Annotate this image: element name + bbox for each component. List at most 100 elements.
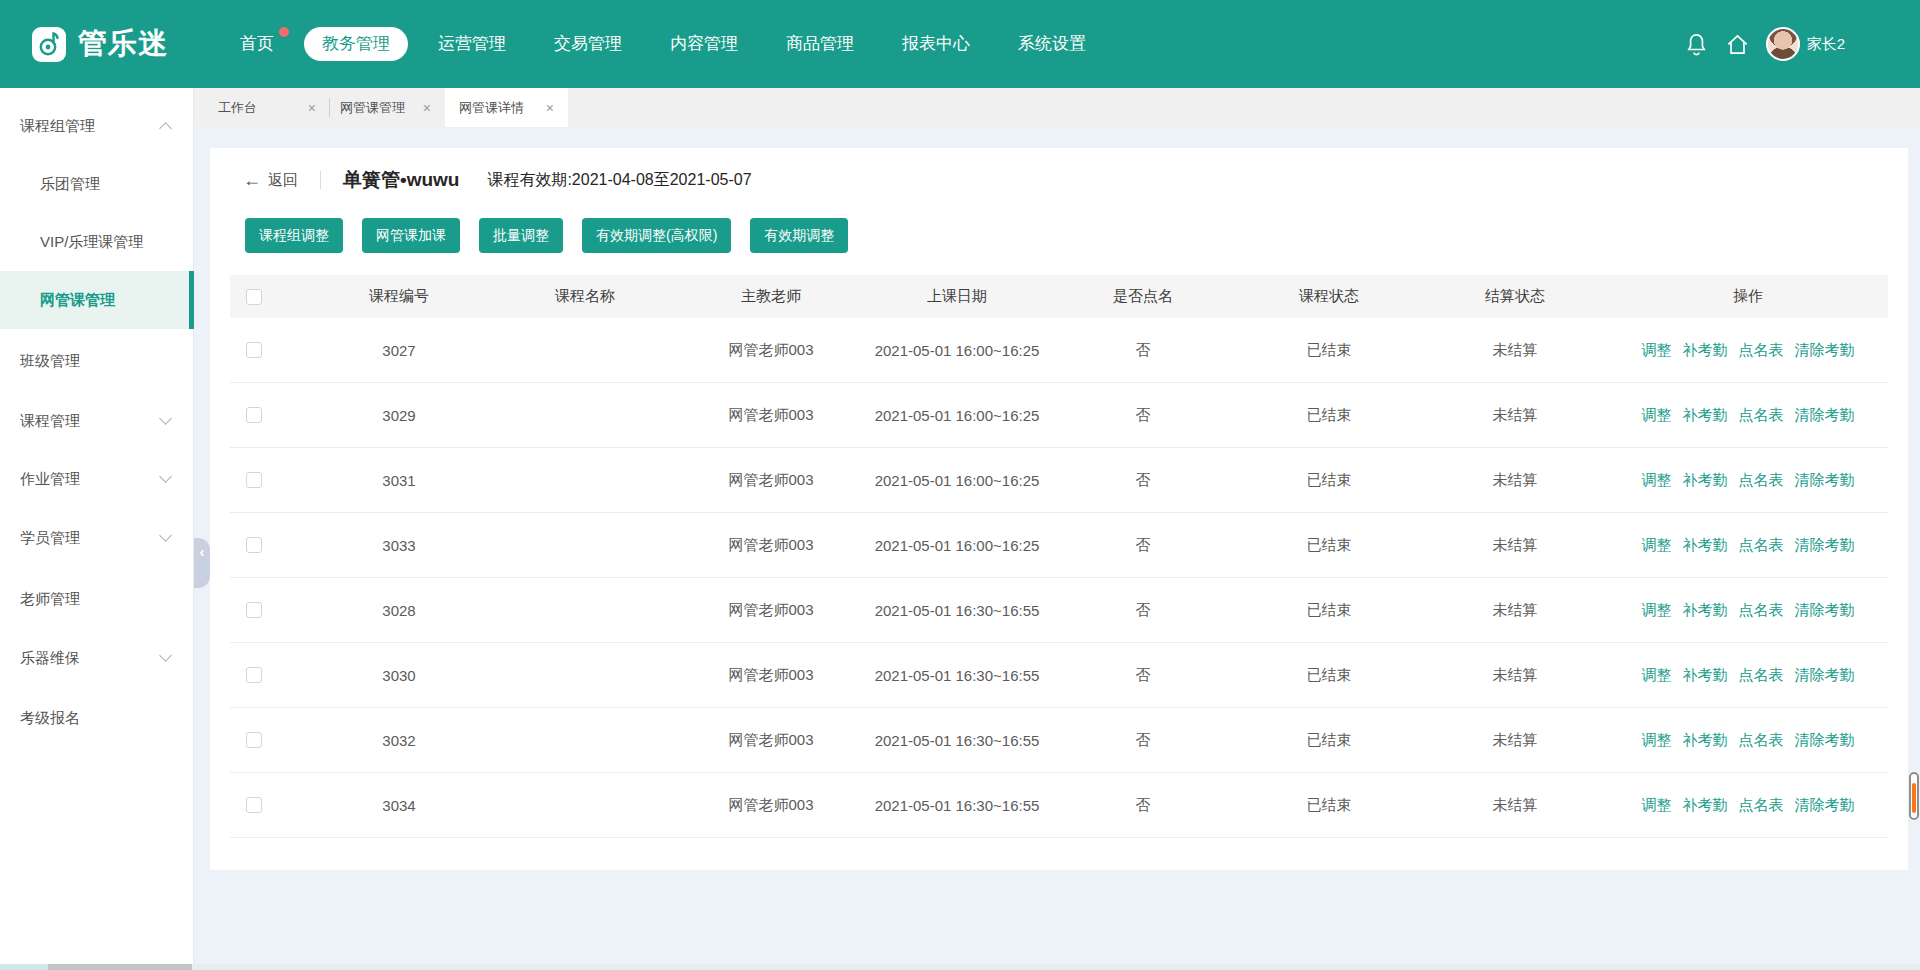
row-action-3[interactable]: 清除考勤 (1795, 731, 1855, 750)
row-action-2[interactable]: 点名表 (1739, 471, 1784, 490)
row-action-3[interactable]: 清除考勤 (1795, 406, 1855, 425)
nav-item-0[interactable]: 首页 (222, 27, 292, 61)
horizontal-scrollbar-segment[interactable] (48, 964, 192, 970)
action-button-1[interactable]: 网管课加课 (362, 218, 460, 253)
row-action-2[interactable]: 点名表 (1739, 731, 1784, 750)
row-action-1[interactable]: 补考勤 (1683, 666, 1728, 685)
nav-item-6[interactable]: 报表中心 (884, 27, 988, 61)
brand[interactable]: 管乐迷 (32, 24, 168, 64)
sidebar-collapse-handle[interactable]: ‹ (194, 538, 210, 588)
row-action-0[interactable]: 调整 (1642, 601, 1672, 620)
tab-close-icon[interactable]: × (423, 100, 431, 116)
row-action-2[interactable]: 点名表 (1739, 796, 1784, 815)
tab-close-icon[interactable]: × (546, 100, 554, 116)
back-button[interactable]: ← 返回 (243, 170, 298, 191)
tab-label: 网管课详情 (459, 99, 524, 117)
cell-settle: 未结算 (1422, 536, 1608, 555)
sidebar-item-5[interactable]: 课程管理 (0, 392, 194, 450)
sidebar-item-3[interactable]: 网管课管理 (0, 271, 194, 329)
tab-1[interactable]: 网管课管理× (330, 88, 445, 127)
row-checkbox[interactable] (246, 732, 262, 748)
row-action-1[interactable]: 补考勤 (1683, 731, 1728, 750)
vertical-scrollbar-thumb[interactable] (1909, 772, 1919, 820)
horizontal-scrollbar-track[interactable] (0, 964, 1920, 970)
row-action-1[interactable]: 补考勤 (1683, 471, 1728, 490)
cell-named: 否 (1050, 731, 1236, 750)
row-checkbox[interactable] (246, 407, 262, 423)
nav-item-3[interactable]: 交易管理 (536, 27, 640, 61)
row-checkbox[interactable] (246, 797, 262, 813)
cell-id: 3034 (306, 797, 492, 814)
cell-date: 2021-05-01 16:00~16:25 (864, 472, 1050, 489)
back-arrow-icon: ← (243, 170, 261, 191)
row-checkbox[interactable] (246, 472, 262, 488)
sidebar-item-label: 老师管理 (20, 590, 80, 609)
cell-settle: 未结算 (1422, 341, 1608, 360)
action-button-2[interactable]: 批量调整 (479, 218, 563, 253)
home-icon[interactable] (1725, 32, 1750, 57)
cell-id: 3027 (306, 342, 492, 359)
row-action-3[interactable]: 清除考勤 (1795, 601, 1855, 620)
row-checkbox[interactable] (246, 602, 262, 618)
row-action-1[interactable]: 补考勤 (1683, 796, 1728, 815)
sidebar-item-4[interactable]: 班级管理 (0, 332, 194, 390)
tab-0[interactable]: 工作台× (194, 88, 330, 127)
row-action-1[interactable]: 补考勤 (1683, 341, 1728, 360)
action-button-0[interactable]: 课程组调整 (245, 218, 343, 253)
username[interactable]: 家长2 (1807, 35, 1845, 54)
sidebar-item-2[interactable]: VIP/乐理课管理 (0, 213, 194, 271)
row-action-3[interactable]: 清除考勤 (1795, 471, 1855, 490)
nav-item-1[interactable]: 教务管理 (304, 27, 408, 61)
row-action-0[interactable]: 调整 (1642, 536, 1672, 555)
row-checkbox[interactable] (246, 667, 262, 683)
bell-icon[interactable] (1684, 32, 1709, 57)
sidebar-item-8[interactable]: 老师管理 (0, 570, 194, 628)
row-action-3[interactable]: 清除考勤 (1795, 666, 1855, 685)
cell-settle: 未结算 (1422, 666, 1608, 685)
action-button-3[interactable]: 有效期调整(高权限) (582, 218, 731, 253)
tab-2[interactable]: 网管课详情 × (445, 88, 568, 127)
row-action-0[interactable]: 调整 (1642, 666, 1672, 685)
sidebar-item-9[interactable]: 乐器维保 (0, 629, 194, 687)
row-action-3[interactable]: 清除考勤 (1795, 536, 1855, 555)
cell-status: 已结束 (1236, 796, 1422, 815)
row-action-2[interactable]: 点名表 (1739, 536, 1784, 555)
row-action-0[interactable]: 调整 (1642, 731, 1672, 750)
sidebar-item-0[interactable]: 课程组管理 (0, 97, 194, 155)
row-action-2[interactable]: 点名表 (1739, 341, 1784, 360)
column-header-1: 课程名称 (492, 287, 678, 306)
row-action-2[interactable]: 点名表 (1739, 601, 1784, 620)
row-action-0[interactable]: 调整 (1642, 796, 1672, 815)
row-checkbox[interactable] (246, 342, 262, 358)
sidebar-item-1[interactable]: 乐团管理 (0, 155, 194, 213)
nav-item-5[interactable]: 商品管理 (768, 27, 872, 61)
row-checkbox[interactable] (246, 537, 262, 553)
user-avatar[interactable] (1766, 27, 1800, 61)
sidebar-item-10[interactable]: 考级报名 (0, 689, 194, 747)
row-action-2[interactable]: 点名表 (1739, 406, 1784, 425)
sidebar-item-label: 课程管理 (20, 412, 80, 431)
brand-name: 管乐迷 (78, 24, 168, 64)
row-action-1[interactable]: 补考勤 (1683, 536, 1728, 555)
course-title: 单簧管•wuwu (343, 167, 459, 193)
row-action-1[interactable]: 补考勤 (1683, 601, 1728, 620)
row-action-3[interactable]: 清除考勤 (1795, 796, 1855, 815)
cell-settle: 未结算 (1422, 796, 1608, 815)
nav-item-2[interactable]: 运营管理 (420, 27, 524, 61)
row-action-3[interactable]: 清除考勤 (1795, 341, 1855, 360)
nav-item-4[interactable]: 内容管理 (652, 27, 756, 61)
action-button-4[interactable]: 有效期调整 (750, 218, 848, 253)
sidebar-item-7[interactable]: 学员管理 (0, 509, 194, 567)
select-all-checkbox[interactable] (246, 289, 262, 305)
sidebar-item-6[interactable]: 作业管理 (0, 450, 194, 508)
tab-close-icon[interactable]: × (308, 100, 316, 116)
cell-status: 已结束 (1236, 406, 1422, 425)
row-action-0[interactable]: 调整 (1642, 341, 1672, 360)
row-action-1[interactable]: 补考勤 (1683, 406, 1728, 425)
horizontal-scrollbar-thumb[interactable] (0, 964, 48, 970)
cell-named: 否 (1050, 341, 1236, 360)
row-action-2[interactable]: 点名表 (1739, 666, 1784, 685)
nav-item-7[interactable]: 系统设置 (1000, 27, 1104, 61)
row-action-0[interactable]: 调整 (1642, 471, 1672, 490)
row-action-0[interactable]: 调整 (1642, 406, 1672, 425)
